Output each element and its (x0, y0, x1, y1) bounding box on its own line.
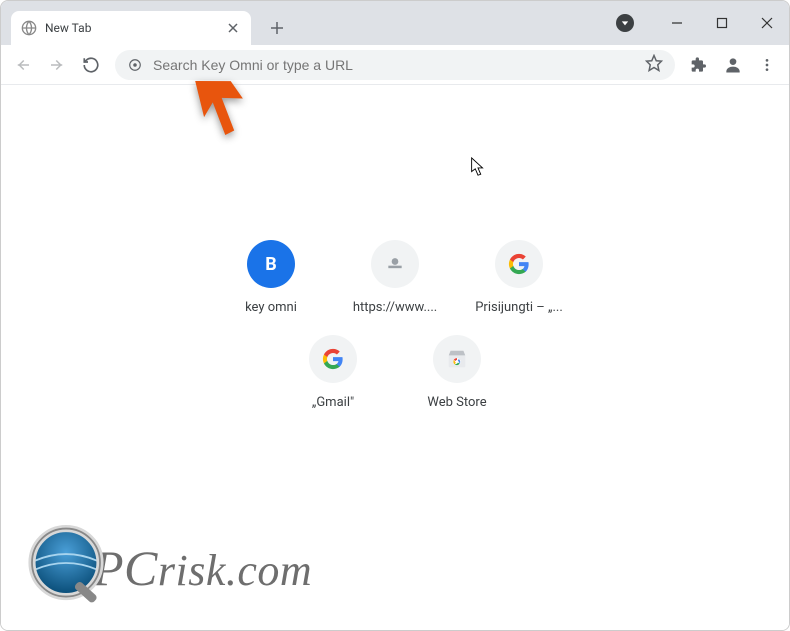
watermark-text: PCrisk.com (93, 539, 312, 597)
shortcut-icon (309, 335, 357, 383)
tab-title: New Tab (45, 21, 225, 35)
shortcut-gmail[interactable]: „Gmail" (283, 335, 383, 410)
mouse-cursor-icon (470, 157, 486, 181)
reload-button[interactable] (75, 49, 107, 81)
search-engine-icon (127, 57, 143, 73)
google-g-icon (322, 348, 344, 370)
forward-button[interactable] (41, 49, 73, 81)
content-area: B key omni https://www.... (1, 85, 789, 630)
shortcut-label: https://www.... (353, 300, 437, 315)
back-button[interactable] (7, 49, 39, 81)
browser-window: New Tab (0, 0, 790, 631)
shortcut-label: key omni (245, 300, 297, 315)
watermark-letter: C (124, 540, 158, 596)
web-store-icon (446, 348, 468, 370)
browser-tab[interactable]: New Tab (11, 11, 251, 45)
shortcuts-grid: B key omni https://www.... (221, 240, 569, 410)
menu-button[interactable] (751, 49, 783, 81)
address-bar-input[interactable] (153, 57, 645, 73)
shortcut-label: „Gmail" (312, 395, 354, 410)
titlebar: New Tab (1, 1, 789, 45)
globe-icon (21, 20, 37, 36)
shortcut-icon (433, 335, 481, 383)
shortcut-web-store[interactable]: Web Store (407, 335, 507, 410)
shortcut-google-login[interactable]: Prisijungti – „... (469, 240, 569, 315)
shortcut-icon (495, 240, 543, 288)
letter-b-icon: B (265, 254, 277, 275)
shortcut-key-omni[interactable]: B key omni (221, 240, 321, 315)
update-badge-icon[interactable] (616, 14, 634, 32)
generic-site-icon (385, 254, 405, 274)
shortcut-icon: B (247, 240, 295, 288)
shortcut-url[interactable]: https://www.... (345, 240, 445, 315)
shortcut-label: Prisijungti – „... (475, 300, 563, 315)
google-g-icon (508, 253, 530, 275)
toolbar (1, 45, 789, 85)
watermark-logo-icon (21, 525, 111, 610)
close-window-button[interactable] (744, 8, 789, 38)
close-tab-button[interactable] (225, 20, 241, 36)
profile-button[interactable] (717, 49, 749, 81)
shortcut-icon (371, 240, 419, 288)
bookmark-star-icon[interactable] (645, 54, 663, 76)
shortcut-row: „Gmail" Web Store (283, 335, 507, 410)
new-tab-button[interactable] (263, 14, 291, 42)
minimize-button[interactable] (654, 8, 699, 38)
annotation-arrow-icon (186, 77, 246, 141)
watermark-rest: risk.com (158, 546, 312, 595)
shortcut-label: Web Store (427, 395, 486, 410)
omnibox[interactable] (115, 50, 675, 80)
window-controls (616, 1, 789, 45)
extensions-button[interactable] (683, 49, 715, 81)
watermark: PCrisk.com (21, 525, 312, 610)
maximize-button[interactable] (699, 8, 744, 38)
shortcut-row: B key omni https://www.... (221, 240, 569, 315)
